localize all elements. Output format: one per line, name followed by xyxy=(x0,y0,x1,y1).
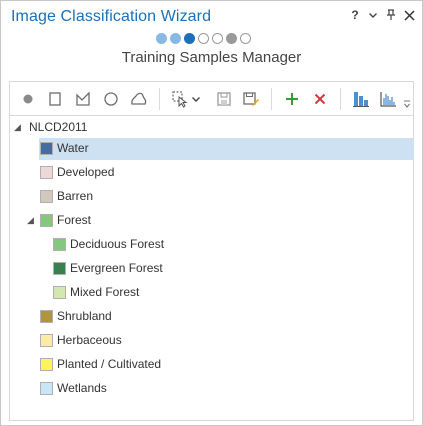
toolbar-separator xyxy=(340,88,341,110)
class-label: Shrubland xyxy=(57,309,112,323)
toolbar-overflow-icon[interactable] xyxy=(402,94,412,114)
step-dot xyxy=(198,33,209,44)
class-row[interactable]: Evergreen Forest xyxy=(10,258,413,280)
class-row[interactable]: Developed xyxy=(10,162,413,184)
step-dot xyxy=(170,33,181,44)
class-label: Water xyxy=(57,141,89,155)
class-color-swatch[interactable] xyxy=(40,382,53,395)
class-label: Developed xyxy=(57,165,115,179)
step-dot xyxy=(240,33,251,44)
expand-arrow-icon[interactable]: ◢ xyxy=(14,122,24,132)
close-icon[interactable] xyxy=(402,7,416,23)
tree-root-label: NLCD2011 xyxy=(29,120,88,134)
class-row[interactable]: Shrubland xyxy=(10,306,413,328)
training-samples-pane: Image Classification Wizard ? Training S… xyxy=(0,0,423,426)
collapse-icon[interactable] xyxy=(351,89,371,109)
circle-tool-icon[interactable] xyxy=(101,89,121,109)
class-color-swatch[interactable] xyxy=(40,214,53,227)
class-tree: ◢ NLCD2011 Water Developed Barren ◢ Forest De… xyxy=(9,115,414,421)
pin-icon[interactable] xyxy=(384,7,398,23)
add-class-icon[interactable] xyxy=(282,89,302,109)
class-color-swatch[interactable] xyxy=(53,238,66,251)
pane-title: Image Classification Wizard xyxy=(11,8,212,25)
class-row[interactable]: Water xyxy=(10,138,414,160)
class-color-swatch[interactable] xyxy=(40,358,53,371)
title-controls: ? xyxy=(348,7,416,23)
remove-class-icon[interactable] xyxy=(310,89,330,109)
step-dot xyxy=(226,33,237,44)
step-dot xyxy=(156,33,167,44)
class-color-swatch[interactable] xyxy=(40,190,53,203)
save-icon[interactable] xyxy=(214,89,234,109)
class-row[interactable]: Mixed Forest xyxy=(10,282,413,304)
select-dropdown-icon[interactable] xyxy=(190,89,202,109)
toolbar-separator xyxy=(159,88,160,110)
class-label: Deciduous Forest xyxy=(70,237,165,251)
freehand-tool-icon[interactable] xyxy=(129,89,149,109)
class-row[interactable]: Planted / Cultivated xyxy=(10,354,413,376)
chevron-down-icon[interactable] xyxy=(366,7,380,23)
class-row[interactable]: Wetlands xyxy=(10,378,413,400)
class-color-swatch[interactable] xyxy=(40,334,53,347)
selection-highlight xyxy=(39,138,414,160)
wizard-step-indicator xyxy=(156,33,251,44)
class-row[interactable]: ◢ Forest xyxy=(10,210,413,232)
class-color-swatch[interactable] xyxy=(40,166,53,179)
class-label: Evergreen Forest xyxy=(70,261,163,275)
select-tool-icon[interactable] xyxy=(170,89,190,109)
save-as-icon[interactable] xyxy=(241,89,261,109)
step-dot xyxy=(212,33,223,44)
toolbar-separator xyxy=(271,88,272,110)
toolbar xyxy=(9,81,414,115)
class-color-swatch[interactable] xyxy=(40,142,53,155)
polygon-tool-icon[interactable] xyxy=(73,89,93,109)
class-row[interactable]: Herbaceous xyxy=(10,330,413,352)
class-label: Planted / Cultivated xyxy=(57,357,162,371)
histogram-icon[interactable] xyxy=(378,89,398,109)
class-row[interactable]: Deciduous Forest xyxy=(10,234,413,256)
class-label: Forest xyxy=(57,213,92,227)
class-color-swatch[interactable] xyxy=(40,310,53,323)
help-button[interactable]: ? xyxy=(348,7,362,23)
tree-root-row[interactable]: ◢ NLCD2011 xyxy=(10,117,413,139)
class-label: Wetlands xyxy=(57,381,107,395)
title-bar: Image Classification Wizard ? xyxy=(1,1,422,31)
class-row[interactable]: Barren xyxy=(10,186,413,208)
class-color-swatch[interactable] xyxy=(53,262,66,275)
rectangle-tool-icon[interactable] xyxy=(45,89,65,109)
class-label: Mixed Forest xyxy=(70,285,140,299)
class-label: Herbaceous xyxy=(57,333,122,347)
class-color-swatch[interactable] xyxy=(53,286,66,299)
step-dot-current xyxy=(184,33,195,44)
point-tool-icon[interactable] xyxy=(18,89,38,109)
page-title: Training Samples Manager xyxy=(121,49,302,66)
expand-arrow-icon[interactable]: ◢ xyxy=(27,215,37,225)
class-label: Barren xyxy=(57,189,94,203)
